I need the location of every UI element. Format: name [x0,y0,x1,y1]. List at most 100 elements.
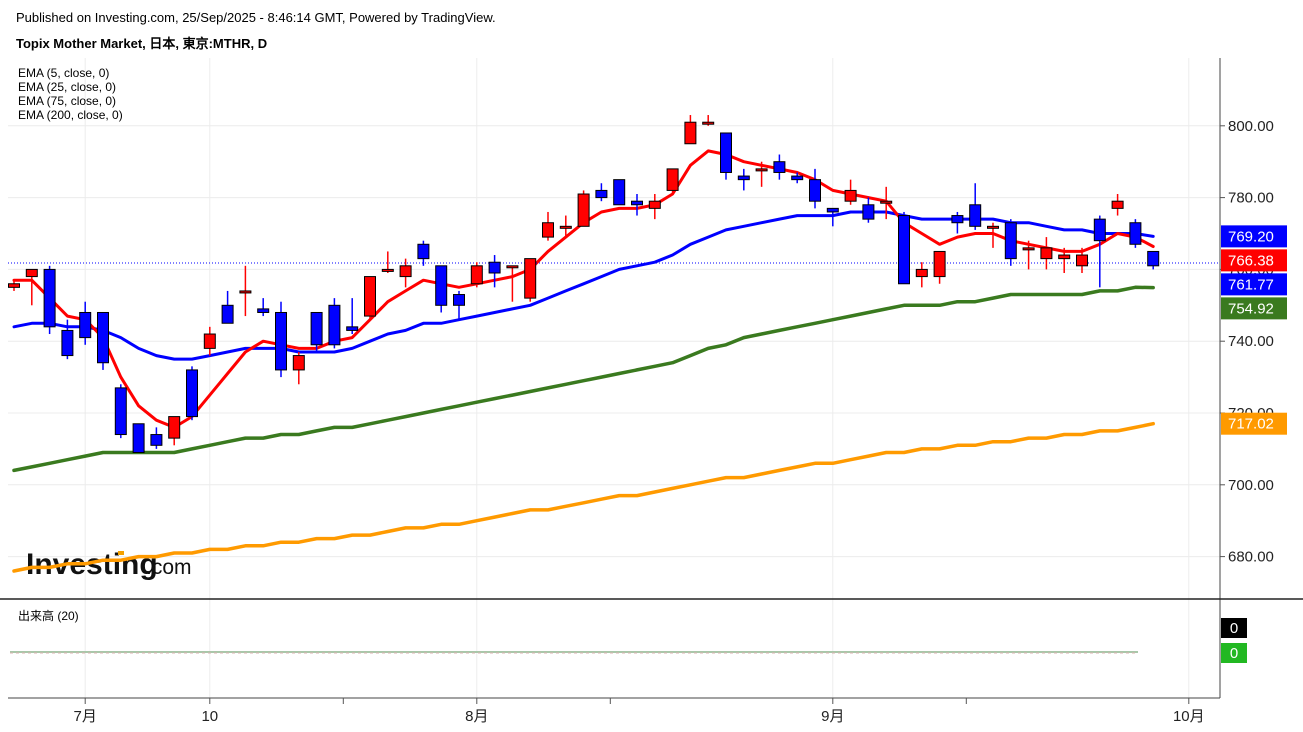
candle [898,211,910,285]
candle [381,251,394,273]
x-tick-label: 7月 [74,708,97,725]
price-badge: 769.20 [1221,225,1287,248]
candle [79,301,92,345]
candle-body [684,121,697,145]
logo-text: Investing [26,548,158,581]
candle-body [1111,200,1124,209]
candle [25,268,38,306]
candle-body [524,258,537,299]
candle [524,258,537,302]
candle-body [61,329,74,357]
candle [613,179,626,206]
ema-lines [8,149,1220,573]
candle [826,207,839,227]
candle [328,298,341,349]
price-badge-label: 766.38 [1228,252,1274,269]
candle-body [1129,222,1142,245]
candle-body [933,250,946,278]
candle [346,298,359,335]
candle-body [898,215,910,285]
candle-body [542,222,554,238]
ema-5-legend: EMA (5, close, 0) [18,66,109,80]
price-badges: 769.20 766.38 761.77 754.92 717.02 [1221,225,1287,435]
candle-body [364,276,376,317]
y-tick-label: 740.00 [1228,333,1274,350]
candle-body [239,290,252,294]
candle [239,265,252,317]
candle-body [221,304,234,324]
y-tick-label: 800.00 [1228,118,1274,135]
candle-body [1040,247,1053,260]
candle-body [559,225,572,229]
candle-body [915,268,928,278]
candle [595,183,608,202]
candle-body [880,200,893,204]
candle-body [613,179,626,206]
candle [773,154,786,180]
candle-body [702,121,715,125]
price-badge: 717.02 [1221,412,1287,435]
candle-body [79,311,92,339]
candle-body [648,200,661,209]
candle [506,265,519,302]
candle-body [292,355,305,371]
price-badge-label: 769.20 [1228,228,1274,245]
price-chart[interactable]: Investing .com 680.00700.00720.00740.007… [0,0,1303,732]
candle [168,416,181,446]
candle-body [969,204,982,227]
candle [844,179,857,205]
candle [203,326,216,356]
candle-body [1076,254,1088,267]
y-tick-label: 680.00 [1228,549,1274,566]
candle-body [43,268,56,328]
price-badge-label: 754.92 [1228,300,1274,317]
logo-suffix: .com [146,556,192,579]
candle-body [666,168,679,191]
candle [292,351,305,385]
candle-body [577,193,590,227]
candle-body [862,204,875,220]
candle-body [791,175,804,181]
x-tick-label: 10月 [1173,708,1205,725]
candle-body [399,265,412,278]
candle [275,301,287,378]
price-badge: 766.38 [1221,249,1287,272]
price-axis[interactable]: 680.00700.00720.00740.00760.00780.00800.… [1220,118,1274,566]
price-badge: 761.77 [1221,273,1287,296]
candle-body [275,311,287,371]
volume-badge-label: 0 [1230,620,1238,637]
candle-body [1058,254,1071,260]
candle [1129,219,1142,248]
candle-body [346,326,359,331]
candle-body [488,261,501,274]
candle-body [186,369,198,418]
candle-body [844,189,857,202]
candle-body [755,168,768,172]
candle [933,250,946,284]
volume-pane[interactable]: 出来高 (20) 0 0 [10,608,1247,663]
candle [150,427,163,449]
candle [1093,215,1106,288]
candle-body [453,294,465,306]
candle-body [595,189,608,199]
ema-25-legend: EMA (25, close, 0) [18,80,116,94]
time-axis[interactable]: 7月 10 8月 9月 10月 [74,698,1205,725]
price-badge-label: 761.77 [1228,276,1274,293]
candle-body [257,308,270,313]
candle [702,115,715,126]
candle-body [826,207,839,213]
candle [186,366,198,421]
candle-body [328,304,341,346]
x-tick-label: 9月 [821,708,844,725]
ema-75-legend: EMA (75, close, 0) [18,94,116,108]
logo-accent [118,551,124,555]
ema-200-line [12,421,1155,573]
candle [1004,219,1017,266]
candle [542,211,554,241]
candle-body [987,225,999,229]
candle [43,265,56,335]
candle-body [470,265,483,285]
candle-body [1093,218,1106,242]
candle-body [1004,222,1017,260]
candle [453,290,465,320]
